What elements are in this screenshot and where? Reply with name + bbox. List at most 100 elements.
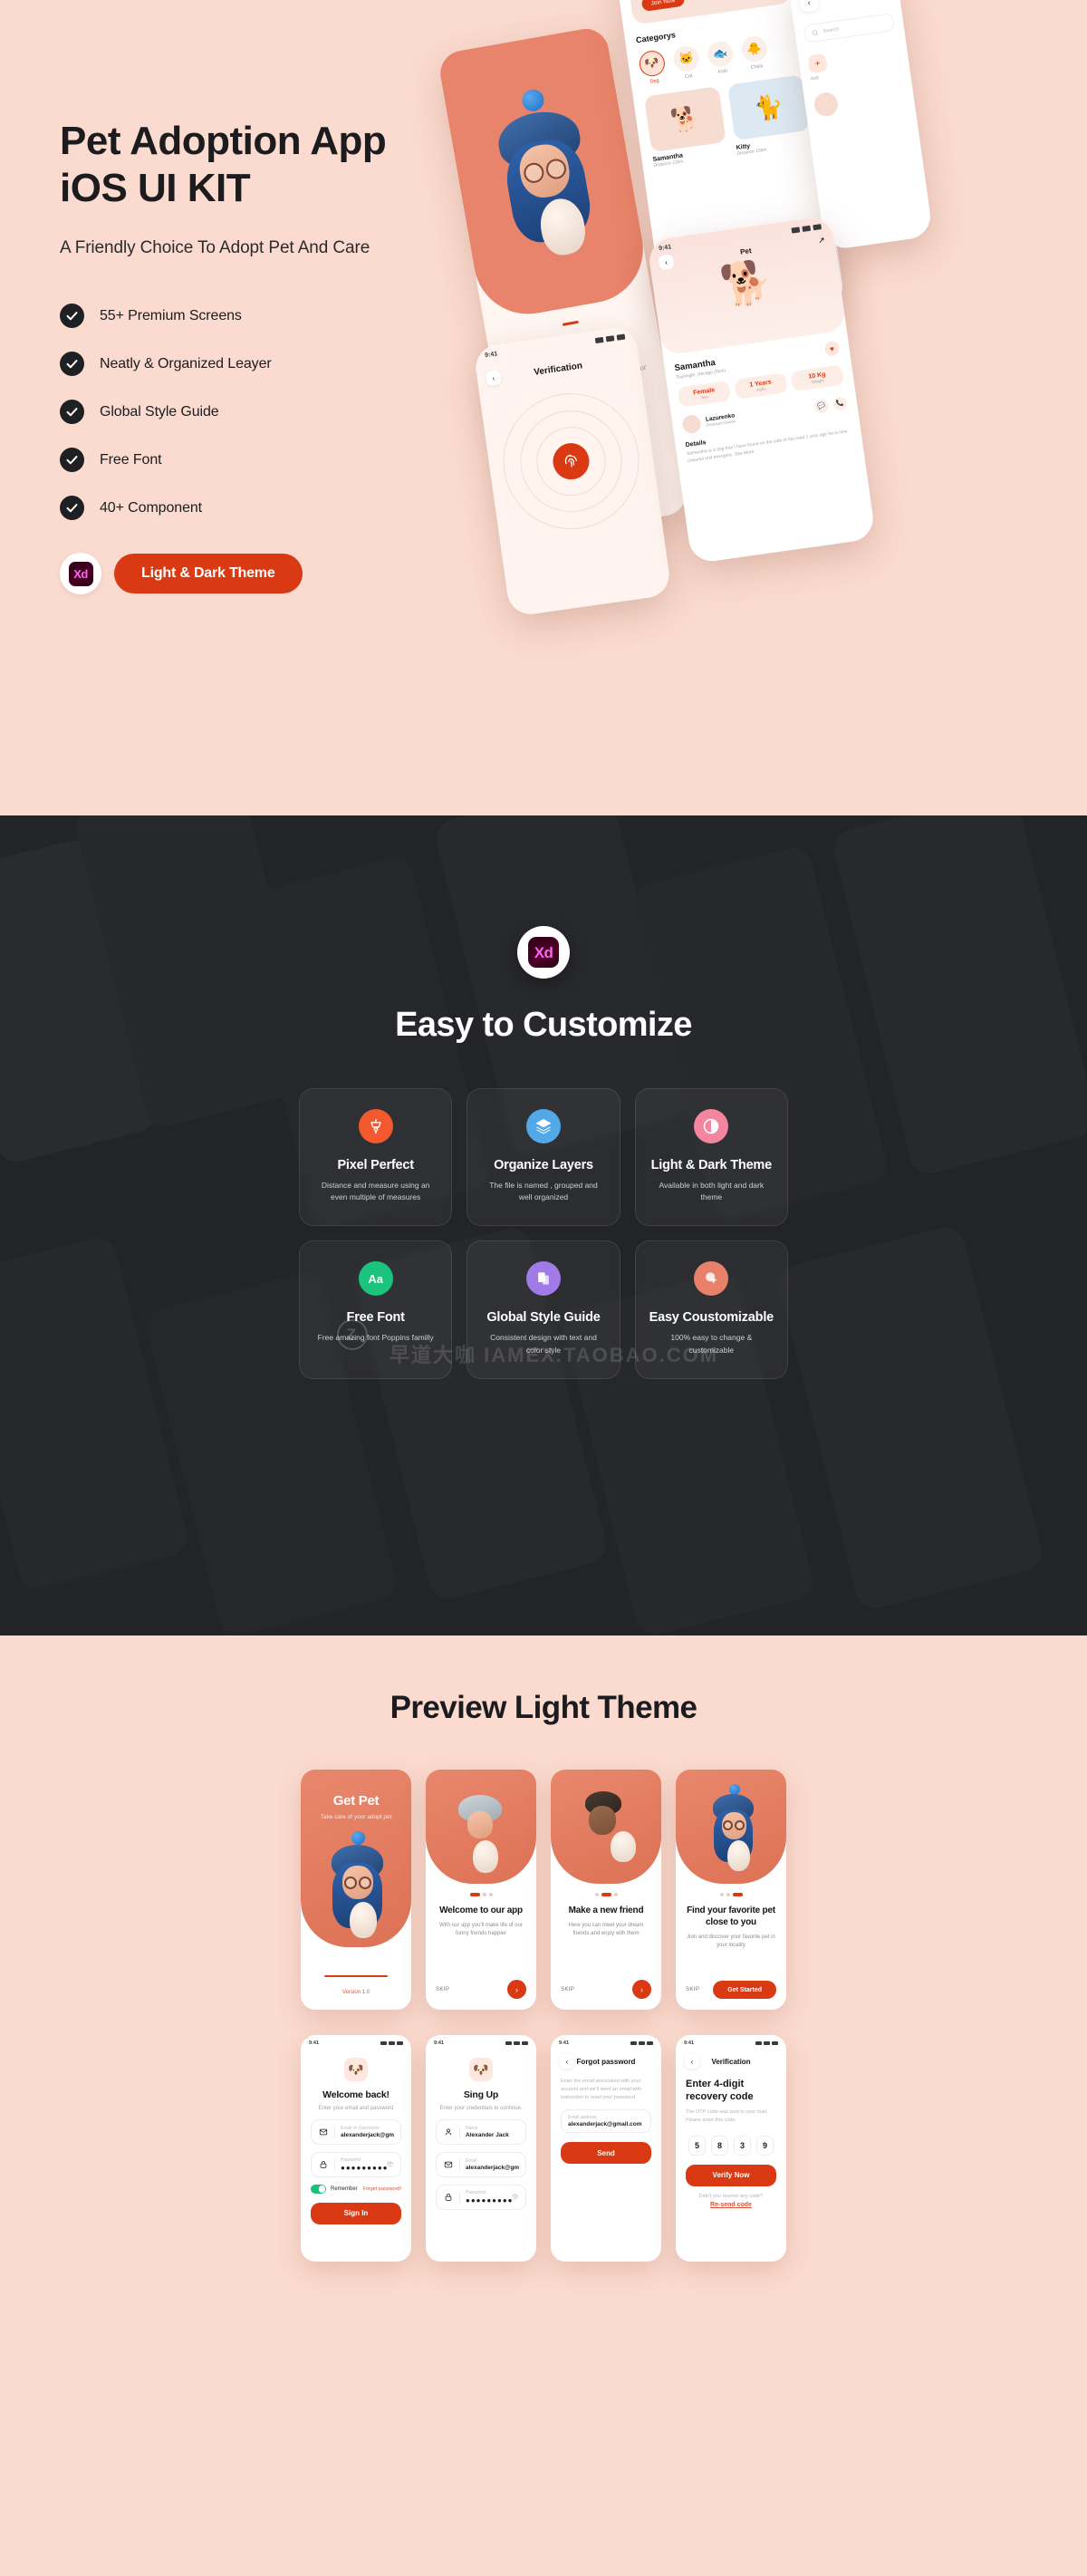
dot[interactable]: [488, 1893, 493, 1896]
onboarding-desc: Here you can meet your dream friends and…: [568, 1923, 644, 1936]
category-item[interactable]: 🐱 Cat: [671, 44, 702, 82]
signal-icon: [380, 2041, 387, 2045]
pen-tool-icon: [358, 1109, 393, 1143]
splash-version: Version 1.0: [341, 1990, 370, 1995]
skip-button[interactable]: SKIP: [436, 1987, 449, 1992]
email-label: Email or Username: [341, 2126, 380, 2132]
otp-digit[interactable]: 8: [711, 2135, 728, 2156]
hero-feature-list: 55+ Premium Screens Neatly & Organized L…: [60, 304, 531, 521]
share-icon[interactable]: ↗: [817, 235, 825, 246]
category-item[interactable]: 🐶 Dog: [638, 49, 668, 86]
battery-icon: [397, 2041, 403, 2045]
page-title: Pet Adoption App iOS UI KIT: [60, 118, 531, 212]
next-button[interactable]: ›: [632, 1980, 651, 1999]
splash-divider: [324, 1975, 388, 1977]
next-button[interactable]: ›: [507, 1980, 526, 1999]
stat-item: Female Sex: [677, 380, 732, 408]
password-field[interactable]: Password ●●●●●●●●● 👁: [311, 2152, 401, 2178]
skip-button[interactable]: SKIP: [686, 1987, 699, 1992]
eye-off-icon[interactable]: 👁: [511, 2194, 519, 2201]
phone-mock-pet-detail: 9:41 ‹ Pet ↗ 🐕 Samantha Toyningle, chica…: [646, 215, 877, 564]
check-icon: [60, 448, 84, 473]
email-value: alexanderjack@gmail.com: [341, 2132, 394, 2139]
pet-card[interactable]: 🐕 Samantha Distance 21km: [643, 86, 728, 169]
app-logo-icon: 🐶: [344, 2058, 368, 2081]
back-icon[interactable]: ‹: [658, 254, 675, 271]
card-title: Free Font: [346, 1310, 405, 1326]
dog-icon: 🐶: [638, 49, 667, 78]
phone-sign-up: 9:41 🐶 Sing Up Enter your credentials to…: [426, 2035, 536, 2262]
feature-card-easy-customizable[interactable]: Easy Coustomizable 100% easy to change &…: [634, 1240, 788, 1379]
category-item[interactable]: 🐥 Chick: [739, 34, 770, 72]
eye-off-icon[interactable]: 👁: [386, 2161, 394, 2168]
wifi-icon: [764, 2041, 770, 2045]
feature-card-free-font[interactable]: Aa Free Font Free amazing font Poppins f…: [299, 1240, 453, 1379]
password-field[interactable]: Password ●●●●●●●●● 👁: [436, 2185, 526, 2211]
phone-verification: 9:41 ‹ Verification Enter 4-digit recove…: [676, 2035, 786, 2262]
check-icon: [60, 352, 84, 377]
dot[interactable]: [601, 1893, 611, 1896]
resend-code-link[interactable]: Re-send code: [686, 2202, 776, 2208]
dot[interactable]: [613, 1893, 618, 1896]
dot[interactable]: [594, 1893, 599, 1896]
search-input[interactable]: Search: [803, 13, 896, 43]
verify-now-button[interactable]: Verify Now: [686, 2164, 776, 2186]
hero-section: Find your favorite pet close to you Join…: [0, 0, 1087, 815]
avatar[interactable]: [813, 91, 840, 118]
preview-light-theme-section: Preview Light Theme Get Pet Take care of…: [0, 1635, 1087, 2576]
back-icon[interactable]: ‹: [798, 0, 820, 14]
skip-button[interactable]: SKIP: [561, 1987, 574, 1992]
otp-digit[interactable]: 5: [688, 2135, 706, 2156]
back-icon[interactable]: ‹: [685, 2054, 699, 2069]
dot[interactable]: [726, 1893, 730, 1896]
remember-toggle[interactable]: [311, 2185, 326, 2194]
email-field[interactable]: Email alexanderjack@gmail.com: [436, 2152, 526, 2178]
name-field[interactable]: Name Alexander Jack: [436, 2119, 526, 2146]
otp-digit[interactable]: 9: [756, 2135, 774, 2156]
forgot-password-link[interactable]: Forget password!: [363, 2186, 402, 2192]
signal-icon: [755, 2041, 762, 2045]
sign-in-button[interactable]: Sign In: [311, 2202, 401, 2224]
avatar: [681, 413, 702, 435]
card-desc: Distance and measure using an even multi…: [321, 1181, 430, 1202]
light-dark-theme-button[interactable]: Light & Dark Theme: [114, 554, 303, 594]
style-guide-icon: [525, 1261, 561, 1297]
preview-phone-row-1: Get Pet Take care of your adopt pet Vers…: [0, 1770, 1087, 2010]
feature-card-pixel-perfect[interactable]: Pixel Perfect Distance and measure using…: [299, 1088, 453, 1227]
add-icon[interactable]: +: [807, 53, 828, 74]
dot[interactable]: [482, 1893, 486, 1896]
join-now-button[interactable]: Join Now: [640, 0, 686, 12]
dot[interactable]: [719, 1893, 724, 1896]
password-value: ●●●●●●●●●: [466, 2196, 514, 2205]
category-item[interactable]: 🐟 Fish: [706, 39, 736, 77]
search-icon: [812, 30, 819, 35]
wifi-icon: [639, 2041, 645, 2045]
chat-icon[interactable]: 💬: [813, 398, 830, 414]
back-icon[interactable]: ‹: [560, 2054, 574, 2069]
get-started-button[interactable]: Get Started: [713, 1981, 776, 1999]
email-field[interactable]: Email or Username alexanderjack@gmail.co…: [311, 2119, 401, 2146]
otp-digit[interactable]: 3: [734, 2135, 751, 2156]
check-icon: [60, 496, 84, 521]
feature-item: Global Style Guide: [60, 400, 531, 425]
phone-onboarding-find-pet: Find your favorite pet close to you Join…: [676, 1770, 786, 2010]
status-time: 9:41: [434, 2041, 445, 2046]
onboarding-title: Make a new friend: [568, 1905, 644, 1915]
check-icon: [60, 400, 84, 425]
phone-onboarding-welcome: Welcome to our app With our app you'll m…: [426, 1770, 536, 2010]
call-icon[interactable]: 📞: [832, 395, 848, 411]
dot[interactable]: [469, 1893, 480, 1896]
dot[interactable]: [732, 1893, 743, 1896]
signal-icon: [594, 336, 604, 343]
feature-label: Global Style Guide: [100, 403, 219, 420]
card-desc: The file is named , grouped and well org…: [489, 1181, 598, 1202]
pet-card[interactable]: 🐈 Kitty Distance 15km: [726, 74, 812, 157]
feature-card-global-style-guide[interactable]: Global Style Guide Consistent design wit…: [467, 1240, 620, 1379]
email-field[interactable]: Email address alexanderjack@gmail.com: [561, 2109, 651, 2134]
resend-question: Didn't you receive any code?: [698, 2193, 764, 2199]
heart-icon[interactable]: ♥: [823, 340, 841, 357]
easy-to-customize-section: Xd Easy to Customize Pixel Perfect Dista…: [0, 815, 1087, 1635]
feature-card-light-dark-theme[interactable]: Light & Dark Theme Available in both lig…: [634, 1088, 788, 1227]
feature-card-organize-layers[interactable]: Organize Layers The file is named , grou…: [467, 1088, 620, 1227]
send-button[interactable]: Send: [561, 2142, 651, 2165]
